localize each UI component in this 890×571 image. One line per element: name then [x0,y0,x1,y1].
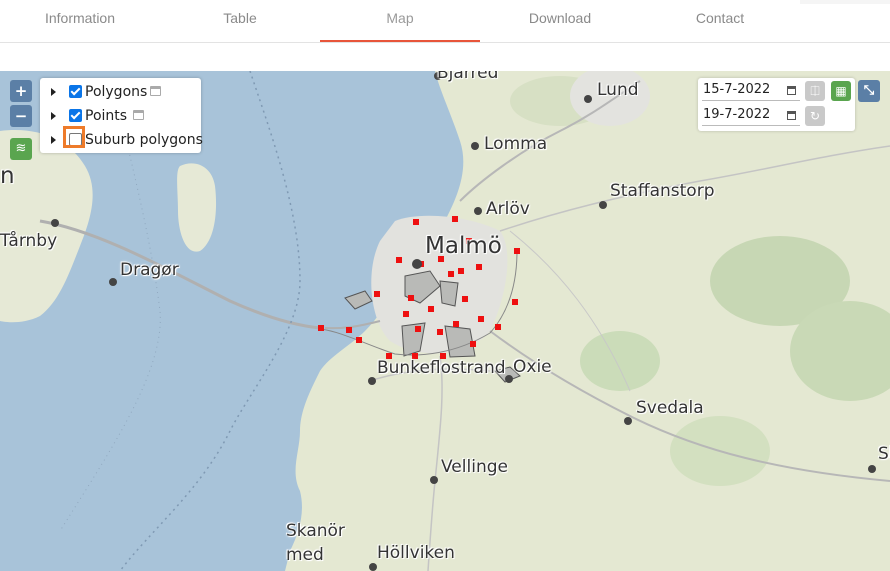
expand-icon[interactable]: ⤡ [858,80,880,102]
place-oxie: Oxie [513,357,552,377]
place-skanor-line2: med [286,545,324,565]
tab-map[interactable]: Map [320,0,480,42]
place-lomma: Lomma [484,134,548,154]
date-from-value: 15-7-2022 [703,82,771,97]
checkbox-highlight [63,126,85,148]
layer-row-suburb-polygons: Suburb polygons [40,126,203,152]
layer-label-suburb-polygons: Suburb polygons [85,132,203,148]
place-svedala: Svedala [636,398,704,418]
place-hollviken: Höllviken [377,543,455,563]
layer-label-polygons: Polygons [85,84,148,100]
expand-arrow-icon[interactable] [51,88,56,96]
zoom-controls: + − [10,80,32,130]
place-lund: Lund [597,80,639,100]
zoom-in-button[interactable]: + [10,80,32,102]
layer-row-points: Points [40,104,201,128]
expand-arrow-icon[interactable] [51,112,56,120]
place-skanor: Skanör [286,521,345,541]
calendar-icon [150,86,161,96]
place-cut-right: Sk [878,444,890,464]
place-bunkeflostrand: Bunkeflostrand [377,358,506,378]
layers-icon[interactable]: ≋ [10,138,32,160]
date-filter-panel: 15-7-2022 19-7-2022 ⎅ ▦ ↻ [698,78,855,131]
points-checkbox[interactable] [69,109,82,122]
layers-panel: Polygons Points Suburb polygons [40,78,203,153]
layer-label-points: Points [85,108,128,124]
lock-icon[interactable]: ⎅ [805,81,825,101]
reset-icon[interactable]: ↻ [805,106,825,126]
tab-bar-edge [800,0,890,4]
tab-information[interactable]: Information [0,0,160,40]
zoom-out-button[interactable]: − [10,105,32,127]
place-cut-left: n [0,163,15,189]
tab-table[interactable]: Table [160,0,320,40]
date-to-input[interactable]: 19-7-2022 [702,105,800,126]
calendar-icon [133,110,144,120]
calendar-icon[interactable] [787,111,796,120]
tab-download[interactable]: Download [480,0,640,40]
date-from-input[interactable]: 15-7-2022 [702,80,800,101]
expand-arrow-icon[interactable] [51,136,56,144]
place-staffanstorp: Staffanstorp [610,181,715,201]
place-dragor: Dragør [120,260,179,280]
polygons-checkbox[interactable] [69,85,82,98]
calendar-icon[interactable] [787,86,796,95]
place-vellinge: Vellinge [441,457,508,477]
date-to-value: 19-7-2022 [703,107,771,122]
calendar-icon[interactable]: ▦ [831,81,851,101]
place-malmo: Malmö [425,233,502,259]
place-arlov: Arlöv [486,199,530,219]
layer-row-polygons: Polygons [40,80,201,104]
tab-bar: Information Table Map Download Contact [0,0,890,43]
tab-contact[interactable]: Contact [640,0,800,40]
place-bjarred: Bjärred [437,71,499,83]
place-tarnby: Tårnby [0,231,58,251]
